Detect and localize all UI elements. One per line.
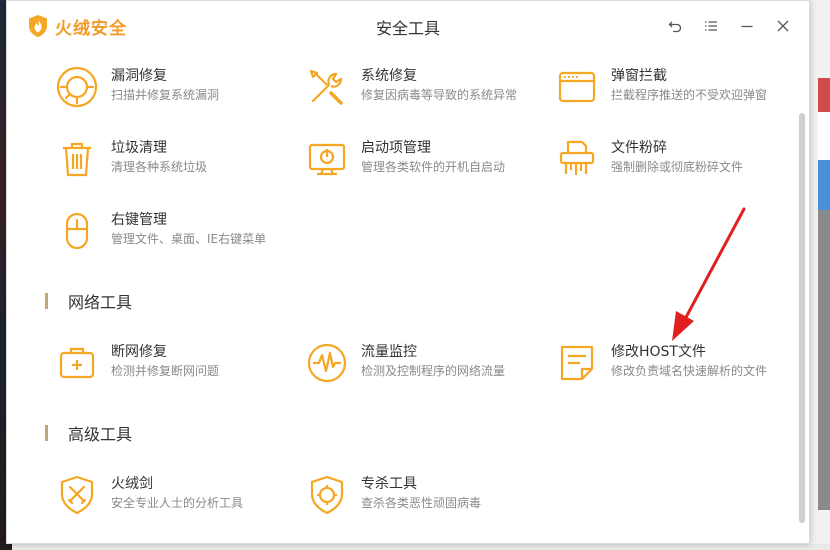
system-repair-icon [309, 69, 343, 105]
minimize-button[interactable] [729, 15, 765, 37]
tool-description: 清理各种系统垃圾 [111, 160, 208, 174]
tool-name: 专杀工具 [361, 476, 417, 492]
tool-description: 管理各类软件的开机自启动 [361, 160, 506, 174]
back-button[interactable] [657, 15, 693, 37]
startup-manager-icon [308, 143, 346, 176]
tool-name: 漏洞修复 [111, 68, 167, 84]
file-shredder-icon [559, 140, 595, 175]
host-file-icon [560, 345, 594, 381]
background-browser-right [810, 0, 830, 550]
close-button[interactable] [765, 15, 801, 37]
close-icon [777, 20, 789, 32]
section-network-tools: 网络工具 [45, 291, 133, 312]
vulnerability-repair-icon [56, 66, 98, 108]
section-marker [45, 425, 48, 441]
section-title: 高级工具 [68, 425, 133, 444]
tool-name: 文件粉碎 [611, 140, 667, 156]
tool-popup-block[interactable]: 弹窗拦截 拦截程序推送的不受欢迎弹窗 [555, 65, 785, 113]
section-title: 网络工具 [68, 293, 133, 312]
traffic-monitor-icon [307, 343, 347, 383]
tool-description: 强制删除或彻底粉碎文件 [611, 160, 744, 174]
tool-description: 查杀各类恶性顽固病毒 [361, 496, 482, 510]
tool-name: 垃圾清理 [111, 140, 167, 156]
tool-system-repair[interactable]: 系统修复 修复因病毒等导致的系统异常 [305, 65, 535, 113]
background-bottom-strip [12, 544, 830, 550]
network-repair-icon [59, 347, 95, 379]
mouse-icon [65, 212, 89, 250]
back-arrow-icon [668, 21, 682, 33]
popup-block-icon [558, 71, 596, 103]
tool-description: 检测并修复断网问题 [111, 364, 220, 378]
tool-huorong-sword[interactable]: 火绒剑 安全专业人士的分析工具 [55, 473, 285, 521]
tool-name: 流量监控 [361, 344, 417, 360]
tool-name: 系统修复 [361, 68, 417, 84]
tool-description: 扫描并修复系统漏洞 [111, 88, 220, 102]
tool-network-repair[interactable]: 断网修复 检测并修复断网问题 [55, 341, 285, 389]
tool-description: 管理文件、桌面、IE右键菜单 [111, 232, 267, 246]
tool-startup-manager[interactable]: 启动项管理 管理各类软件的开机自启动 [305, 137, 535, 185]
tool-host-file[interactable]: 修改HOST文件 修改负责域名快速解析的文件 [555, 341, 785, 389]
title-bar: 火绒安全 安全工具 [7, 1, 809, 51]
tool-right-click-manager[interactable]: 右键管理 管理文件、桌面、IE右键菜单 [55, 209, 285, 257]
minimize-icon [741, 25, 753, 28]
tool-name: 断网修复 [111, 344, 167, 360]
scrollbar-thumb[interactable] [799, 113, 805, 523]
section-advanced-tools: 高级工具 [45, 423, 133, 444]
tool-description: 拦截程序推送的不受欢迎弹窗 [611, 88, 768, 102]
title-buttons [657, 15, 801, 37]
tool-name: 弹窗拦截 [611, 68, 667, 84]
sword-shield-icon [60, 475, 94, 515]
annotation-arrow-icon [672, 207, 746, 341]
tool-vulnerability-repair[interactable]: 漏洞修复 扫描并修复系统漏洞 [55, 65, 285, 113]
tool-name: 火绒剑 [111, 476, 153, 492]
tool-description: 检测及控制程序的网络流量 [361, 364, 506, 378]
scrollbar[interactable] [797, 51, 807, 541]
trash-icon [63, 142, 91, 177]
tool-file-shredder[interactable]: 文件粉碎 强制删除或彻底粉碎文件 [555, 137, 785, 185]
tool-trash-clean[interactable]: 垃圾清理 清理各种系统垃圾 [55, 137, 285, 185]
tool-description: 修改负责域名快速解析的文件 [611, 364, 768, 378]
section-marker [45, 293, 48, 309]
tool-name: 右键管理 [111, 212, 167, 228]
tool-name: 修改HOST文件 [611, 344, 706, 360]
tool-description: 安全专业人士的分析工具 [111, 496, 244, 510]
tool-special-kill[interactable]: 专杀工具 查杀各类恶性顽固病毒 [305, 473, 535, 521]
tool-traffic-monitor[interactable]: 流量监控 检测及控制程序的网络流量 [305, 341, 535, 389]
tool-description: 修复因病毒等导致的系统异常 [361, 88, 518, 102]
tool-name: 启动项管理 [361, 140, 431, 156]
antivirus-shield-icon [310, 475, 344, 515]
menu-button[interactable] [693, 15, 729, 37]
menu-icon [705, 21, 717, 31]
